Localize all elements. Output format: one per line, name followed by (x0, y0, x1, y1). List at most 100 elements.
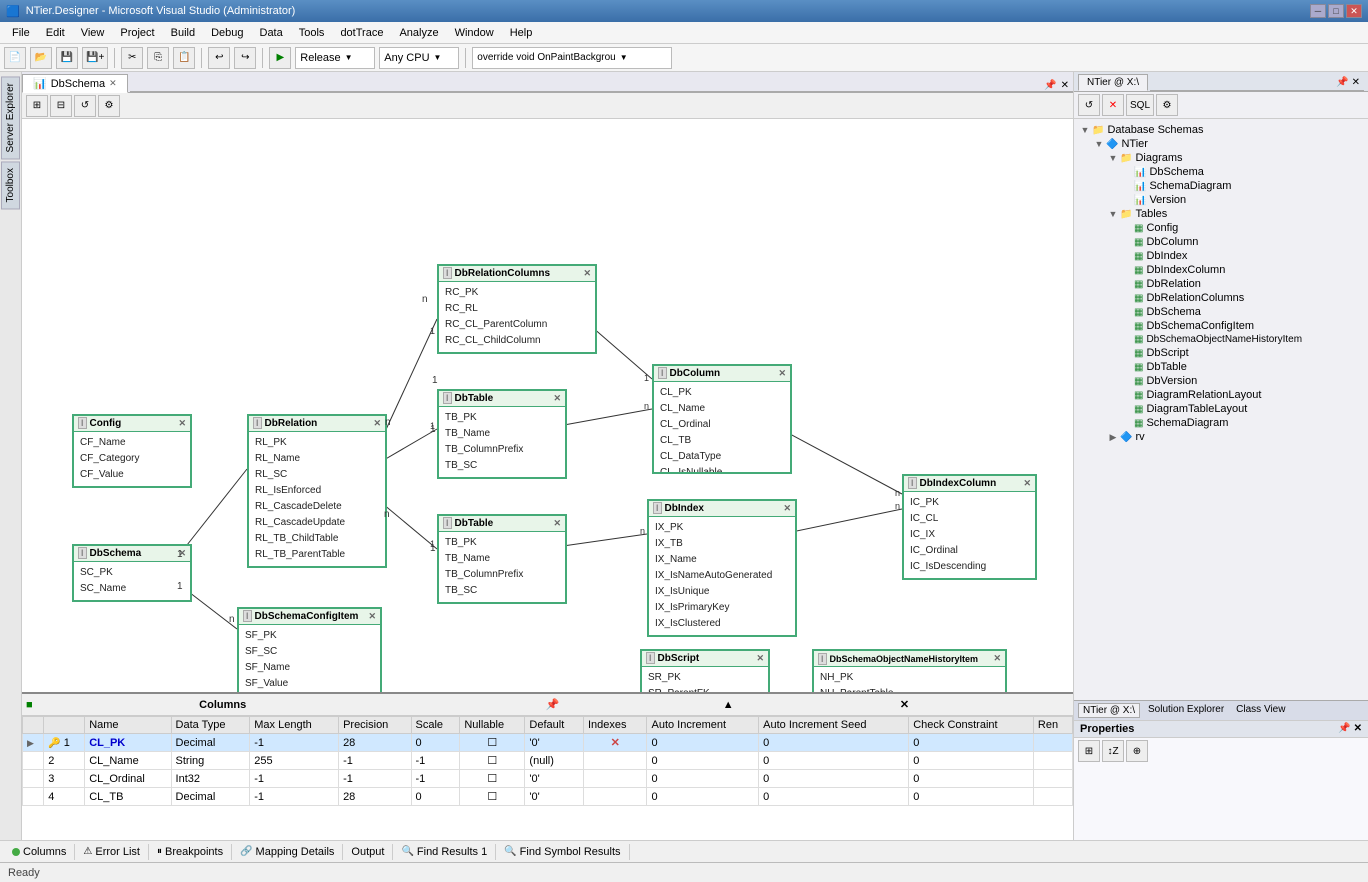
bottom-panel-close[interactable]: ✕ (900, 698, 1069, 711)
tb-new[interactable]: 📄 (4, 47, 26, 69)
col-header-name[interactable]: Name (85, 717, 171, 734)
menu-edit[interactable]: Edit (38, 25, 73, 41)
bot-tab-output[interactable]: Output (343, 844, 393, 860)
bot-tab-findresults1[interactable]: 🔍 Find Results 1 (393, 844, 496, 860)
diagram-tab-dbschema[interactable]: 📊 DbSchema ✕ (22, 74, 128, 93)
right-panel-close[interactable]: ✕ (1352, 77, 1360, 88)
tree-item-schemadiag[interactable]: 📊 SchemaDiagram (1078, 179, 1364, 193)
tree-toggle-rv[interactable]: ▶ (1106, 432, 1120, 443)
menu-analyze[interactable]: Analyze (391, 25, 446, 41)
rpanel-delete[interactable]: ✕ (1102, 94, 1124, 116)
minimize-button[interactable]: ─ (1310, 4, 1326, 18)
tree-toggle-diagrams[interactable]: ▼ (1106, 153, 1120, 163)
entity-close-DbScript[interactable]: ✕ (756, 653, 764, 664)
rpanel-solution-tab[interactable]: Solution Explorer (1144, 703, 1228, 718)
rpanel-ntier-tab[interactable]: NTier @ X:\ (1078, 703, 1140, 718)
server-explorer-tab[interactable]: Server Explorer (1, 76, 20, 159)
function-dropdown[interactable]: override void OnPaintBackgrou ▼ (472, 47, 672, 69)
entity-DbRelation[interactable]: IDbRelation ✕ RL_PK RL_Name RL_SC RL_IsE… (247, 414, 387, 568)
tree-item-dbindexcolumn[interactable]: ▦ DbIndexColumn (1078, 263, 1364, 277)
bottom-panel-expand[interactable]: ▲ (723, 699, 892, 711)
columns-table[interactable]: Name Data Type Max Length Precision Scal… (22, 716, 1073, 840)
properties-close[interactable]: ✕ (1354, 723, 1362, 735)
col-header-ren[interactable]: Ren (1033, 717, 1072, 734)
menu-window[interactable]: Window (447, 25, 502, 41)
rpanel-tab-ntier[interactable]: NTier @ X:\ (1078, 74, 1148, 91)
config-dropdown[interactable]: Release ▼ (295, 47, 375, 69)
diag-grid-btn[interactable]: ⊞ (26, 95, 48, 117)
table-row[interactable]: ▶ 🔑 1 CL_PK Decimal -1 28 0 ☐ '0' ✕ 0 0 (23, 734, 1073, 752)
tree-item-dbschema-diag[interactable]: 📊 DbSchema (1078, 165, 1364, 179)
entity-DbScript[interactable]: IDbScript ✕ SR_PK SR_ParentFK SR_ParentT… (640, 649, 770, 692)
menu-dottrace[interactable]: dotTrace (332, 25, 391, 41)
tree-item-rv[interactable]: ▶ 🔷 rv (1078, 430, 1364, 444)
menu-data[interactable]: Data (252, 25, 291, 41)
close-button[interactable]: ✕ (1346, 4, 1362, 18)
tree-item-dbschemaconfigitem[interactable]: ▦ DbSchemaConfigItem (1078, 319, 1364, 333)
prop-sort-alpha[interactable]: ↕Z (1102, 740, 1124, 762)
menu-tools[interactable]: Tools (291, 25, 333, 41)
tree-item-dbschemaobjname[interactable]: ▦ DbSchemaObjectNameHistoryItem (1078, 333, 1364, 346)
maximize-button[interactable]: □ (1328, 4, 1344, 18)
entity-close-DbRelation[interactable]: ✕ (373, 418, 381, 429)
col-header-default[interactable]: Default (525, 717, 584, 734)
menu-file[interactable]: File (4, 25, 38, 41)
table-row[interactable]: 2 CL_Name String 255 -1 -1 ☐ (null) 0 0 … (23, 752, 1073, 770)
entity-close-Config[interactable]: ✕ (178, 418, 186, 429)
entity-close-DbColumn[interactable]: ✕ (778, 368, 786, 379)
entity-close-DbTable1[interactable]: ✕ (553, 393, 561, 404)
col-header-nullable[interactable]: Nullable (460, 717, 525, 734)
bot-tab-errorlist[interactable]: ⚠ Error List (75, 844, 149, 860)
diag-refresh-btn[interactable]: ↺ (74, 95, 96, 117)
tree-item-ntier[interactable]: ▼ 🔷 NTier (1078, 137, 1364, 151)
bot-tab-breakpoints[interactable]: ⏸ Breakpoints (149, 844, 232, 860)
prop-expand[interactable]: ⊕ (1126, 740, 1148, 762)
properties-pin[interactable]: 📌 (1338, 723, 1350, 735)
entity-DbSchema[interactable]: IDbSchema ✕ SC_PK SC_Name (72, 544, 192, 602)
menu-debug[interactable]: Debug (203, 25, 251, 41)
tree-item-dbrelation[interactable]: ▦ DbRelation (1078, 277, 1364, 291)
tree-item-schemadiagram-tbl[interactable]: ▦ SchemaDiagram (1078, 416, 1364, 430)
tree-item-dbschema-tbl[interactable]: ▦ DbSchema (1078, 305, 1364, 319)
col-header-autoinc[interactable]: Auto Increment (647, 717, 759, 734)
entity-Config[interactable]: IConfig ✕ CF_Name CF_Category CF_Value (72, 414, 192, 488)
tree-item-version[interactable]: 📊 Version (1078, 193, 1364, 207)
diag-align-btn[interactable]: ⊟ (50, 95, 72, 117)
menu-view[interactable]: View (73, 25, 113, 41)
table-row[interactable]: 3 CL_Ordinal Int32 -1 -1 -1 ☐ '0' 0 0 0 (23, 770, 1073, 788)
entity-close-DbTable2[interactable]: ✕ (553, 518, 561, 529)
tree-item-dbscript[interactable]: ▦ DbScript (1078, 346, 1364, 360)
tb-redo[interactable]: ↪ (234, 47, 256, 69)
col-header-autoincseed[interactable]: Auto Increment Seed (759, 717, 909, 734)
entity-DbSchemaConfigItem[interactable]: IDbSchemaConfigItem ✕ SF_PK SF_SC SF_Nam… (237, 607, 382, 692)
toolbox-tab[interactable]: Toolbox (1, 161, 20, 209)
entity-close-DbSchemaObjectNameHistoryItem[interactable]: ✕ (993, 653, 1001, 664)
tree-item-dbtable[interactable]: ▦ DbTable (1078, 360, 1364, 374)
entity-close-DbRelationColumns[interactable]: ✕ (583, 268, 591, 279)
entity-DbColumn[interactable]: IDbColumn ✕ CL_PK CL_Name CL_Ordinal CL_… (652, 364, 792, 474)
table-row[interactable]: 4 CL_TB Decimal -1 28 0 ☐ '0' 0 0 0 (23, 788, 1073, 806)
tb-open[interactable]: 📂 (30, 47, 52, 69)
tree-root[interactable]: ▼ 📁 Database Schemas (1078, 123, 1364, 137)
entity-close-DbIndexColumn[interactable]: ✕ (1023, 478, 1031, 489)
tree-toggle-tables[interactable]: ▼ (1106, 209, 1120, 219)
tree-item-dbcolumn[interactable]: ▦ DbColumn (1078, 235, 1364, 249)
col-header-scale[interactable]: Scale (411, 717, 460, 734)
platform-dropdown[interactable]: Any CPU ▼ (379, 47, 459, 69)
menu-help[interactable]: Help (502, 25, 541, 41)
entity-DbSchemaObjectNameHistoryItem[interactable]: IDbSchemaObjectNameHistoryItem ✕ NH_PK N… (812, 649, 1007, 692)
bot-tab-mappingdetails[interactable]: 🔗 Mapping Details (232, 844, 343, 860)
entity-DbRelationColumns[interactable]: IDbRelationColumns ✕ RC_PK RC_RL RC_CL_P… (437, 264, 597, 354)
tb-undo[interactable]: ↩ (208, 47, 230, 69)
col-header-precision[interactable]: Precision (339, 717, 411, 734)
col-header-datatype[interactable]: Data Type (171, 717, 250, 734)
diagram-panel-close[interactable]: ✕ (1061, 80, 1069, 91)
rpanel-refresh[interactable]: ↺ (1078, 94, 1100, 116)
tb-copy[interactable]: ⎘ (147, 47, 169, 69)
diagram-tab-close[interactable]: ✕ (109, 78, 117, 89)
diagram-panel-pin[interactable]: 📌 (1044, 80, 1056, 91)
tree-toggle-ntier[interactable]: ▼ (1092, 139, 1106, 149)
menu-project[interactable]: Project (112, 25, 162, 41)
entity-close-DbSchemaConfigItem[interactable]: ✕ (368, 611, 376, 622)
entity-DbIndex[interactable]: IDbIndex ✕ IX_PK IX_TB IX_Name IX_IsName… (647, 499, 797, 637)
